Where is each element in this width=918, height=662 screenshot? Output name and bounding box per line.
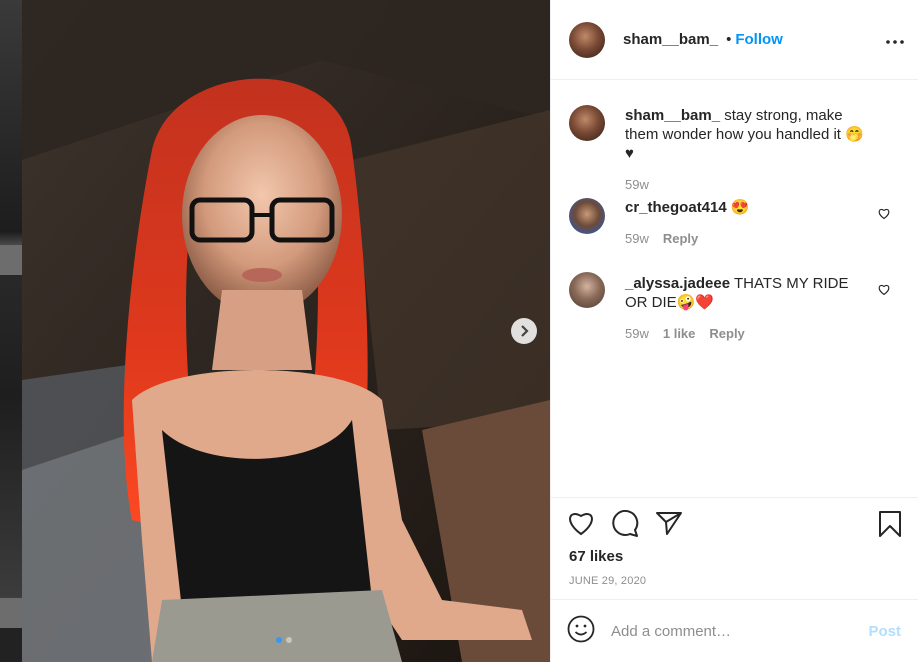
- comment-text: _alyssa.jadeee THATS MY RIDE OR DIE🤪❤️: [625, 268, 868, 312]
- avatar[interactable]: [569, 198, 605, 234]
- post-date[interactable]: JUNE 29, 2020: [569, 575, 646, 587]
- follow-button[interactable]: Follow: [735, 31, 783, 48]
- avatar[interactable]: [569, 272, 605, 308]
- comment-text: cr_thegoat414 😍: [625, 192, 868, 217]
- background-page-strip: [0, 0, 22, 662]
- reply-button[interactable]: Reply: [663, 231, 698, 246]
- comment-meta: 59w Reply: [625, 231, 868, 246]
- comment-username[interactable]: sham__bam_: [625, 107, 720, 124]
- post-media: [22, 0, 550, 662]
- background-bar: [0, 245, 22, 275]
- add-comment-bar: Post: [551, 599, 918, 662]
- action-icons: [567, 509, 683, 543]
- chevron-right-icon: [521, 325, 529, 337]
- author-username[interactable]: sham__bam_: [623, 31, 718, 48]
- separator: •: [726, 31, 732, 48]
- comment-time[interactable]: 59w: [625, 177, 649, 192]
- avatar[interactable]: [569, 105, 605, 141]
- next-slide-button[interactable]: [511, 318, 537, 344]
- smiley-icon[interactable]: [567, 615, 595, 648]
- post-details-panel: sham__bam_ • Follow sham__bam_ stay stro…: [550, 0, 918, 662]
- carousel-dot-active: [276, 637, 282, 643]
- comment-likes[interactable]: 1 like: [663, 326, 696, 341]
- comment-username[interactable]: cr_thegoat414: [625, 199, 727, 216]
- reply-button[interactable]: Reply: [709, 326, 744, 341]
- comment-time[interactable]: 59w: [625, 231, 649, 246]
- bookmark-icon[interactable]: [878, 510, 902, 543]
- heart-icon[interactable]: [567, 510, 595, 543]
- more-options-icon[interactable]: [886, 31, 904, 49]
- post-comment-button[interactable]: Post: [868, 623, 901, 640]
- background-bar: [0, 598, 22, 628]
- comment-bubble-icon[interactable]: [611, 509, 639, 543]
- post-actions: 67 likes JUNE 29, 2020: [551, 497, 918, 599]
- list-item: _alyssa.jadeee THATS MY RIDE OR DIE🤪❤️ 5…: [551, 268, 918, 358]
- comment-body: 😍: [726, 199, 750, 216]
- avatar[interactable]: [569, 21, 605, 58]
- like-comment-icon[interactable]: [878, 206, 890, 224]
- comment-meta: 59w: [625, 177, 868, 192]
- comment-meta: 59w 1 like Reply: [625, 326, 868, 341]
- carousel-indicator: [276, 637, 292, 643]
- comments-list: sham__bam_ stay strong, make them wonder…: [551, 96, 918, 358]
- post-header: sham__bam_ • Follow: [551, 0, 918, 80]
- comment-text: sham__bam_ stay strong, make them wonder…: [625, 96, 868, 163]
- likes-count[interactable]: 67 likes: [569, 548, 623, 565]
- list-item: cr_thegoat414 😍 59w Reply: [551, 192, 918, 268]
- like-comment-icon[interactable]: [878, 282, 890, 300]
- comment-username[interactable]: _alyssa.jadeee: [625, 275, 730, 292]
- caption: sham__bam_ stay strong, make them wonder…: [551, 96, 918, 192]
- comment-input[interactable]: [611, 622, 841, 640]
- post-photo: [22, 0, 550, 662]
- comment-time[interactable]: 59w: [625, 326, 649, 341]
- carousel-dot: [286, 637, 292, 643]
- paper-plane-icon[interactable]: [655, 510, 683, 543]
